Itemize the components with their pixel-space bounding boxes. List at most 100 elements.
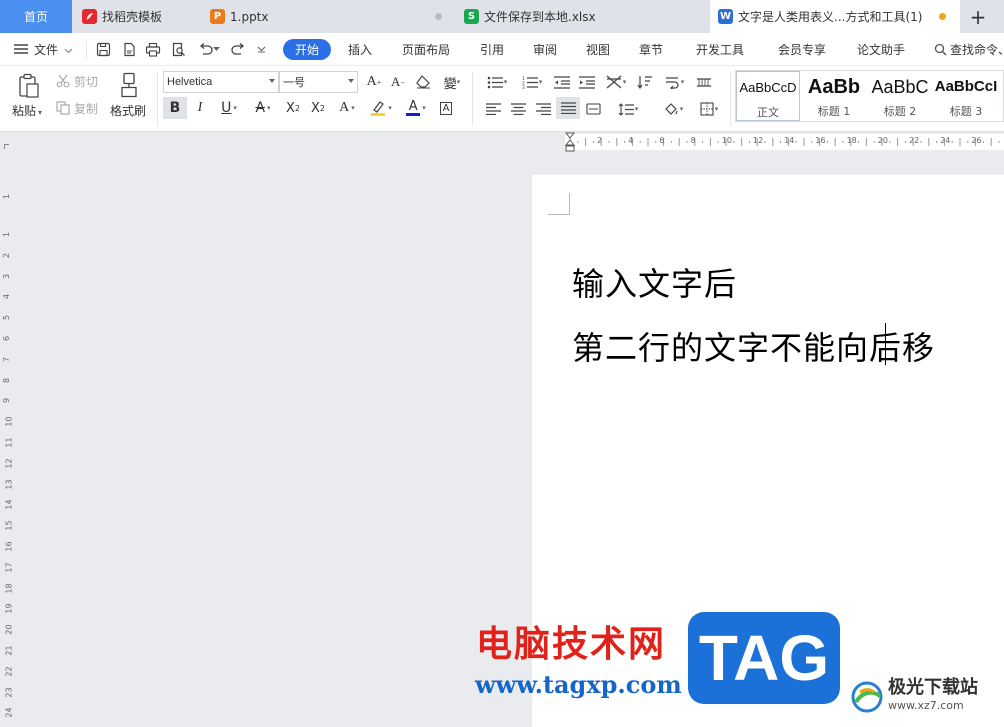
print-preview-icon[interactable] [167,33,189,66]
unsaved-dot-icon [435,13,442,20]
paste-icon[interactable] [15,72,43,100]
watermark-tag-logo: TAG [688,612,840,704]
align-center-button[interactable] [507,99,529,119]
paste-label: 粘贴 [12,104,37,118]
format-painter-label[interactable]: 格式刷 [110,102,146,119]
paste-button[interactable]: 粘贴 ▾ [12,102,42,119]
indent-marker-icon[interactable] [564,132,576,155]
font-color-button[interactable]: A ▾ [401,97,431,119]
style-heading-2[interactable]: AaBbC 标题 2 [868,71,932,121]
divider [472,72,473,126]
increase-indent-button[interactable] [576,72,598,92]
ruler-number: 7 [2,356,12,362]
ruler-number: 12 [753,136,764,145]
tab-document-active[interactable]: W 文字是人类用表义...方式和工具(1) [710,0,960,33]
menu-tab-view[interactable]: 视图 [586,33,610,66]
menu-tab-home[interactable]: 开始 [283,39,332,60]
style-heading-1[interactable]: AaBb 标题 1 [802,71,866,121]
document-text-line-1[interactable]: 输入文字后 [572,259,737,305]
redo-icon[interactable] [227,33,249,66]
style-preview: AaBb [807,76,861,98]
styles-gallery: AaBbCcD 正文 AaBb 标题 1 AaBbC 标题 2 AaBbCcI … [735,70,1004,122]
tab-label: 1.pptx [230,9,269,24]
cut-label: 剪切 [74,74,99,89]
new-tab-button[interactable]: + [962,0,994,33]
text-direction-button[interactable]: ▾ [659,72,689,92]
font-size-select[interactable]: 一号 [279,71,358,93]
style-preview: AaBbCcI [934,78,998,95]
align-left-button[interactable] [482,99,504,119]
tab-xlsx[interactable]: S 文件保存到本地.xlsx [456,0,708,33]
command-search[interactable]: 查找命令、 [934,33,1004,66]
copy-icon [56,101,70,115]
ruler-number: 8 [2,377,12,383]
ruler-number: 6 [2,335,12,342]
menu-tab-references[interactable]: 引用 [480,33,504,66]
quick-access-dropdown-icon[interactable] [253,33,269,66]
ruler-number: 3 [2,273,12,279]
ruler-number: 14 [4,499,14,510]
character-border-button[interactable]: A [436,97,456,119]
numbered-list-button[interactable]: 1 2 3 ▾ [517,72,547,92]
menu-tab-page-layout[interactable]: 页面布局 [402,33,450,66]
decrease-indent-button[interactable] [551,72,573,92]
undo-dropdown-icon[interactable] [209,33,223,66]
ruler-number: 19 [4,603,14,614]
tab-templates[interactable]: 找稻壳模板 [74,0,200,33]
menu-tab-chapter[interactable]: 章节 [639,33,663,66]
menu-tab-membership[interactable]: 会员专享 [778,33,826,66]
font-name-select[interactable]: Helvetica [163,71,279,93]
underline-button[interactable]: U ▾ [214,97,244,119]
scissors-icon [56,74,70,88]
tab-pptx[interactable]: P 1.pptx [202,0,454,33]
export-pdf-icon[interactable] [118,33,140,66]
save-icon[interactable] [92,33,114,66]
style-normal[interactable]: AaBbCcD 正文 [736,71,800,121]
vertical-ruler[interactable]: 1 1 2 3 4 5 6 7 8 9 10 11 12 13 14 15 16 17 18 19 20 21 22 23 24 [0,152,17,727]
text-effect-button[interactable]: A ▾ [333,97,361,119]
borders-button[interactable]: ▾ [694,99,724,119]
bold-button[interactable]: B [163,97,187,119]
menu-tab-insert[interactable]: 插入 [348,33,372,66]
copy-button[interactable]: 复制 [56,99,98,117]
ruler-number: 24 [940,136,951,145]
distributed-align-button[interactable] [582,99,604,119]
menu-tab-thesis[interactable]: 论文助手 [857,33,905,66]
file-menu[interactable]: 文件 [14,33,73,66]
phonetic-guide-icon[interactable]: 變 ▾ [438,72,466,92]
subscript-button[interactable]: X2 [307,97,329,119]
ruler-number: 24 [4,707,14,718]
menu-tab-review[interactable]: 审阅 [533,33,557,66]
menu-bar: 文件 开始 插入 页面布局 引用 审阅 视图 章节 开发工具 会员专享 论文助手… [0,33,1004,66]
italic-button[interactable]: I [190,97,210,119]
writer-icon: W [718,9,733,24]
shading-button[interactable]: ▾ [658,99,688,119]
divider [730,72,731,126]
ruler-number: 26 [971,136,982,145]
horizontal-ruler[interactable]: 2 4 6 8 10 12 14 16 18 20 22 24 26 [537,132,1004,152]
tab-home[interactable]: 首页 [0,0,72,33]
justify-button[interactable] [556,97,580,119]
chinese-layout-button[interactable]: ▾ [601,72,631,92]
document-text-line-2[interactable]: 第二行的文字不能向后移 [572,323,935,369]
menu-tab-developer[interactable]: 开发工具 [696,33,744,66]
print-icon[interactable] [142,33,164,66]
strikethrough-button[interactable]: A ▾ [249,97,277,119]
align-right-button[interactable] [532,99,554,119]
shrink-font-icon[interactable]: A − [388,72,408,92]
style-preview: AaBbCcD [739,80,797,95]
ruler-number: 13 [4,479,14,490]
cut-button[interactable]: 剪切 [56,72,98,90]
style-heading-3[interactable]: AaBbCcI 标题 3 [934,71,998,121]
highlight-color-button[interactable]: ▾ [366,97,396,119]
grow-font-icon[interactable]: A + [364,72,384,92]
line-spacing-button[interactable]: ▾ [612,99,644,119]
superscript-button[interactable]: X2 [282,97,304,119]
tab-label: 文字是人类用表义...方式和工具(1) [738,10,923,24]
format-painter-icon[interactable] [116,71,142,99]
bullet-list-button[interactable]: ▾ [482,72,512,92]
clear-format-icon[interactable] [413,72,433,92]
tab-stop-button[interactable] [693,72,715,92]
ruler-number: 1 [2,231,12,238]
sort-button[interactable] [634,72,656,92]
